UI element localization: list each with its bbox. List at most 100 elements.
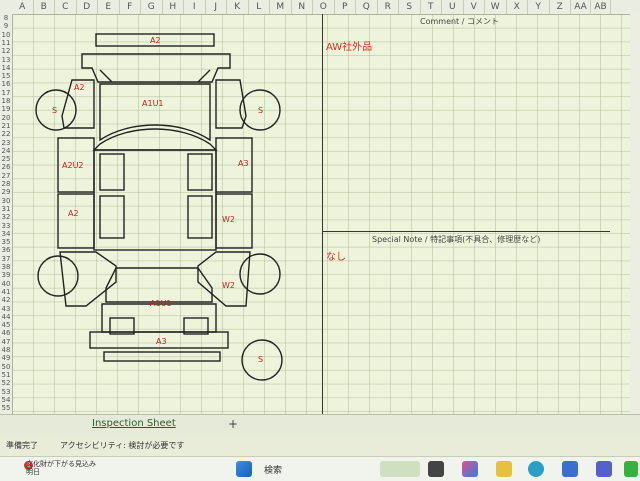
- row-header-37[interactable]: 37: [0, 255, 12, 263]
- special-note-header: Special Note / 特記事項(不具合、修理歴など): [372, 235, 541, 244]
- row-header-13[interactable]: 13: [0, 56, 12, 64]
- column-header-s[interactable]: S: [399, 0, 421, 14]
- row-header-23[interactable]: 23: [0, 139, 12, 147]
- row-header-50[interactable]: 50: [0, 363, 12, 371]
- taskbar-search[interactable]: 検索: [264, 463, 282, 476]
- row-header-45[interactable]: 45: [0, 321, 12, 329]
- column-header-x[interactable]: X: [507, 0, 528, 14]
- row-header-41[interactable]: 41: [0, 288, 12, 296]
- row-header-44[interactable]: 44: [0, 313, 12, 321]
- row-header-42[interactable]: 42: [0, 296, 12, 304]
- label-right-door2: W2: [222, 215, 235, 224]
- copilot-icon[interactable]: [462, 461, 478, 477]
- column-header-c[interactable]: C: [55, 0, 77, 14]
- column-header-p[interactable]: P: [335, 0, 356, 14]
- row-header-11[interactable]: 11: [0, 39, 12, 47]
- row-header-19[interactable]: 19: [0, 105, 12, 113]
- label-tire-spare: S: [258, 355, 263, 364]
- label-left-door1: A2U2: [62, 161, 84, 170]
- column-header-q[interactable]: Q: [356, 0, 378, 14]
- row-header-14[interactable]: 14: [0, 64, 12, 72]
- column-header-a[interactable]: A: [12, 0, 34, 14]
- column-header-t[interactable]: T: [421, 0, 442, 14]
- row-header-20[interactable]: 20: [0, 114, 12, 122]
- row-header-47[interactable]: 47: [0, 338, 12, 346]
- column-header-d[interactable]: D: [77, 0, 98, 14]
- column-header-w[interactable]: W: [485, 0, 507, 14]
- row-header-33[interactable]: 33: [0, 222, 12, 230]
- row-header-10[interactable]: 10: [0, 31, 12, 39]
- row-header-29[interactable]: 29: [0, 188, 12, 196]
- column-header-y[interactable]: Y: [528, 0, 550, 14]
- row-header-27[interactable]: 27: [0, 172, 12, 180]
- row-header-9[interactable]: 9: [0, 22, 12, 30]
- row-header-24[interactable]: 24: [0, 147, 12, 155]
- comment-text[interactable]: AW社外品: [326, 38, 372, 53]
- row-header-34[interactable]: 34: [0, 230, 12, 238]
- label-right-door1: A3: [238, 159, 249, 168]
- row-header-39[interactable]: 39: [0, 271, 12, 279]
- row-header-8[interactable]: 8: [0, 14, 12, 22]
- line-icon[interactable]: [624, 461, 638, 477]
- vertical-scrollbar[interactable]: [630, 14, 640, 414]
- tab-inspection-sheet[interactable]: Inspection Sheet: [92, 418, 176, 429]
- label-rear-bumper: A3: [156, 337, 167, 346]
- row-header-26[interactable]: 26: [0, 163, 12, 171]
- merged-area-border-vertical: [322, 14, 323, 414]
- column-header-b[interactable]: B: [34, 0, 55, 14]
- photos-app-icon[interactable]: [380, 461, 420, 477]
- special-note-text[interactable]: なし: [326, 248, 346, 263]
- column-header-r[interactable]: R: [378, 0, 399, 14]
- row-header-48[interactable]: 48: [0, 346, 12, 354]
- windows-start-icon[interactable]: [236, 461, 252, 477]
- column-header-f[interactable]: F: [120, 0, 141, 14]
- row-header-55[interactable]: 55: [0, 404, 12, 412]
- column-header-z[interactable]: Z: [550, 0, 571, 14]
- row-header-18[interactable]: 18: [0, 97, 12, 105]
- row-header-36[interactable]: 36: [0, 246, 12, 254]
- column-header-j[interactable]: J: [206, 0, 227, 14]
- teams-icon[interactable]: [596, 461, 612, 477]
- column-header-o[interactable]: O: [313, 0, 335, 14]
- row-header-25[interactable]: 25: [0, 155, 12, 163]
- column-header-k[interactable]: K: [227, 0, 249, 14]
- row-header-21[interactable]: 21: [0, 122, 12, 130]
- row-header-32[interactable]: 32: [0, 213, 12, 221]
- column-header-g[interactable]: G: [141, 0, 163, 14]
- column-header-aa[interactable]: AA: [571, 0, 591, 14]
- column-header-m[interactable]: M: [270, 0, 292, 14]
- row-header-40[interactable]: 40: [0, 280, 12, 288]
- edge-icon[interactable]: [528, 461, 544, 477]
- column-header-h[interactable]: H: [163, 0, 184, 14]
- row-header-12[interactable]: 12: [0, 47, 12, 55]
- row-header-16[interactable]: 16: [0, 80, 12, 88]
- store-icon[interactable]: [562, 461, 578, 477]
- column-header-ab[interactable]: AB: [591, 0, 611, 14]
- row-header-22[interactable]: 22: [0, 130, 12, 138]
- row-header-35[interactable]: 35: [0, 238, 12, 246]
- row-header-46[interactable]: 46: [0, 329, 12, 337]
- row-header-15[interactable]: 15: [0, 72, 12, 80]
- row-header-49[interactable]: 49: [0, 354, 12, 362]
- row-header-52[interactable]: 52: [0, 379, 12, 387]
- column-header-i[interactable]: I: [184, 0, 206, 14]
- row-header-17[interactable]: 17: [0, 89, 12, 97]
- column-header-u[interactable]: U: [442, 0, 464, 14]
- column-header-e[interactable]: E: [98, 0, 120, 14]
- app-icon[interactable]: [428, 461, 444, 477]
- row-header-31[interactable]: 31: [0, 205, 12, 213]
- column-header-v[interactable]: V: [464, 0, 485, 14]
- row-header-43[interactable]: 43: [0, 305, 12, 313]
- row-header-28[interactable]: 28: [0, 180, 12, 188]
- weather-widget[interactable]: 文化財が下がる見込み 明日: [26, 460, 96, 476]
- column-header-n[interactable]: N: [292, 0, 313, 14]
- row-header-30[interactable]: 30: [0, 197, 12, 205]
- row-header-54[interactable]: 54: [0, 396, 12, 404]
- row-header-38[interactable]: 38: [0, 263, 12, 271]
- folder-icon[interactable]: [496, 461, 512, 477]
- column-header-l[interactable]: L: [249, 0, 270, 14]
- add-sheet-button[interactable]: +: [228, 417, 238, 431]
- row-header-51[interactable]: 51: [0, 371, 12, 379]
- accessibility-status[interactable]: アクセシビリティ: 検討が必要です: [60, 440, 184, 451]
- row-header-53[interactable]: 53: [0, 388, 12, 396]
